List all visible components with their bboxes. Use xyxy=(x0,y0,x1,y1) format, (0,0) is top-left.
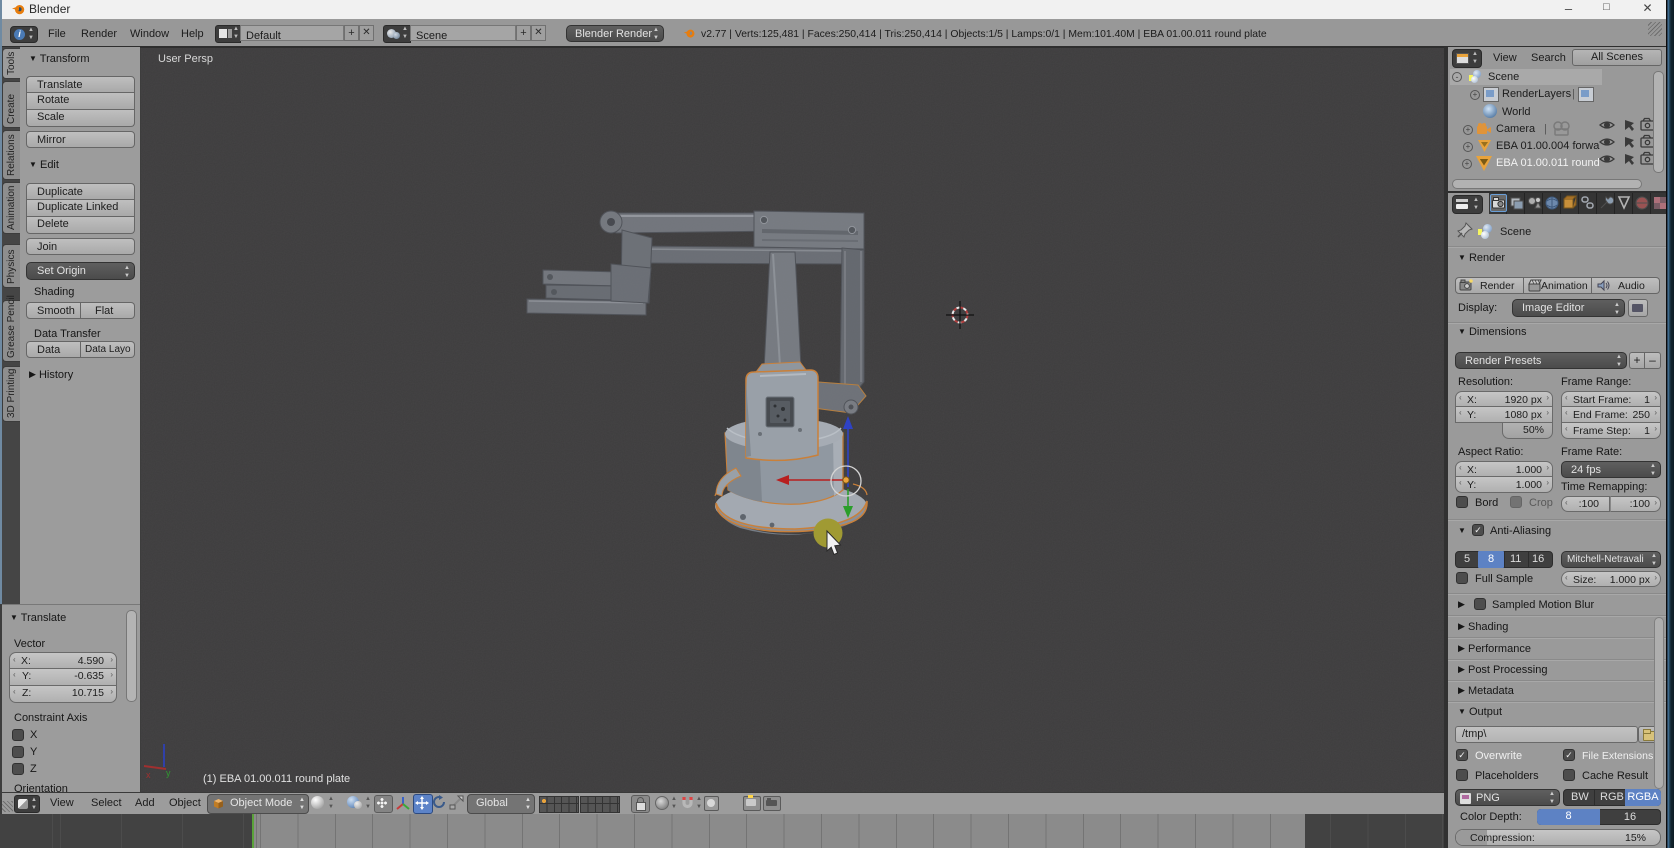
svg-text:x: x xyxy=(146,770,151,780)
svg-text:y: y xyxy=(166,768,171,778)
